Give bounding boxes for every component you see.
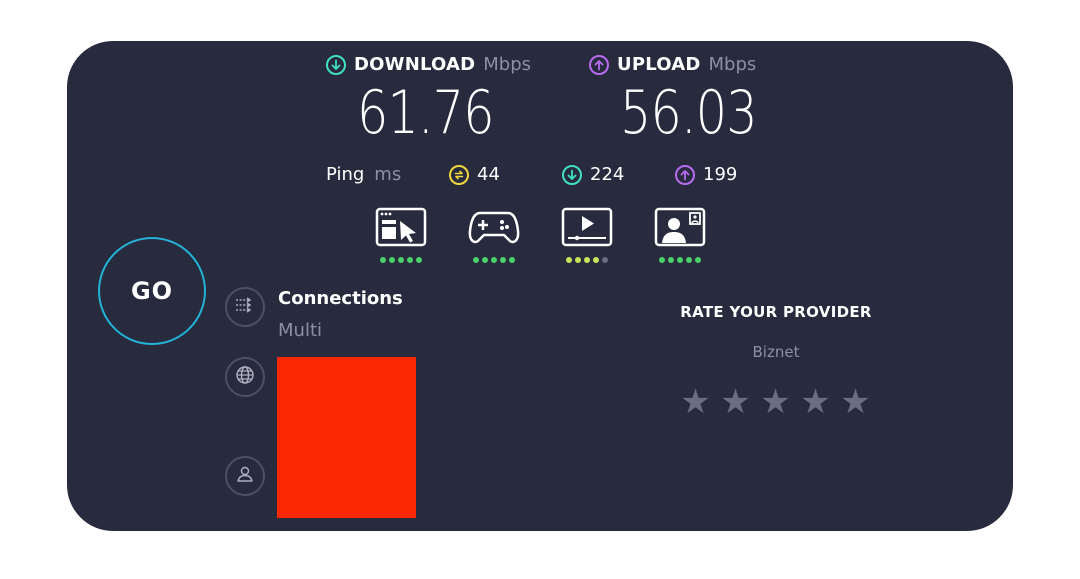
web-browsing-icon — [375, 207, 427, 251]
connections-value: Multi — [278, 320, 322, 341]
quality-gaming[interactable] — [468, 207, 520, 263]
upload-value: 56.03 — [620, 78, 758, 148]
multi-connection-icon — [235, 297, 255, 317]
star-4[interactable]: ★ — [800, 385, 831, 419]
download-arrow-icon — [326, 54, 346, 75]
star-2[interactable]: ★ — [720, 385, 751, 419]
video-call-icon — [654, 207, 706, 251]
download-label: DOWNLOAD — [354, 54, 476, 75]
idle-latency-value: 44 — [477, 164, 500, 185]
gaming-icon — [468, 207, 520, 251]
video-streaming-icon — [561, 207, 613, 251]
speedtest-results-card: DOWNLOAD Mbps 61.76 UPLOAD Mbps 56.03 Pi… — [67, 41, 1013, 531]
star-5[interactable]: ★ — [840, 385, 871, 419]
quality-score-dots — [473, 257, 515, 263]
ping-unit: ms — [374, 164, 402, 185]
quality-web-browsing[interactable] — [375, 207, 427, 263]
quality-score-dots — [566, 257, 608, 263]
download-latency-icon — [562, 164, 582, 185]
connections-title: Connections — [278, 288, 403, 309]
rating-stars: ★ ★ ★ ★ ★ — [680, 385, 871, 419]
upload-latency: 199 — [675, 164, 737, 185]
user-icon — [235, 464, 255, 488]
ping-label-group: Ping ms — [326, 164, 401, 185]
upload-label: UPLOAD — [617, 54, 701, 75]
globe-icon — [235, 365, 255, 389]
upload-latency-value: 199 — [703, 164, 738, 185]
download-unit: Mbps — [483, 54, 532, 75]
go-button-label: GO — [130, 277, 174, 305]
go-button[interactable]: GO — [98, 237, 206, 345]
rate-provider-title: RATE YOUR PROVIDER — [680, 303, 872, 321]
idle-latency-icon — [449, 164, 469, 185]
quality-score-dots — [380, 257, 422, 263]
quality-score-dots — [659, 257, 701, 263]
provider-name: Biznet — [752, 343, 800, 361]
ping-label: Ping — [326, 164, 365, 185]
download-latency-value: 224 — [590, 164, 625, 185]
upload-unit: Mbps — [708, 54, 757, 75]
upload-latency-icon — [675, 164, 695, 185]
provider-info-button[interactable] — [225, 456, 265, 496]
quality-video-streaming[interactable] — [561, 207, 613, 263]
download-latency: 224 — [562, 164, 624, 185]
server-info-button[interactable] — [225, 357, 265, 397]
upload-arrow-icon — [589, 54, 609, 75]
redaction-block — [277, 357, 416, 518]
quality-video-call[interactable] — [654, 207, 706, 263]
connections-toggle[interactable] — [225, 287, 265, 327]
upload-header: UPLOAD Mbps — [589, 54, 756, 75]
download-header: DOWNLOAD Mbps — [326, 54, 531, 75]
star-3[interactable]: ★ — [760, 385, 791, 419]
star-1[interactable]: ★ — [680, 385, 711, 419]
download-value: 61.76 — [357, 78, 495, 148]
idle-latency: 44 — [449, 164, 500, 185]
